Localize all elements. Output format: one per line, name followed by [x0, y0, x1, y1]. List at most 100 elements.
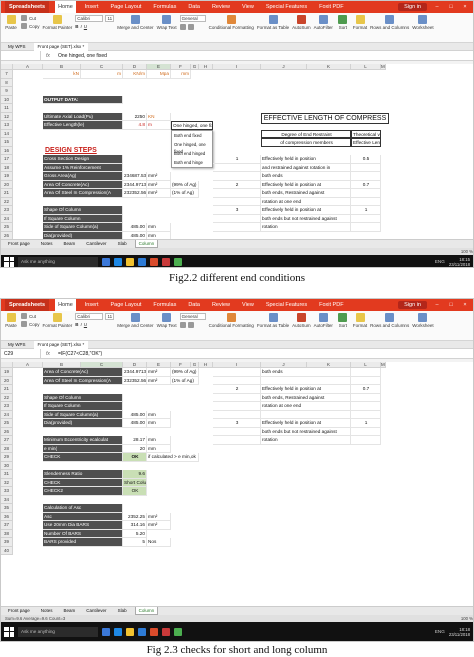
ribbon-tab-foxit[interactable]: Foxit PDF — [316, 1, 346, 13]
copy-button[interactable]: Copy — [21, 23, 40, 29]
sheet-tab-cantilever[interactable]: Cantilever — [83, 240, 109, 248]
row-label[interactable]: CHECK — [43, 453, 123, 462]
row-header[interactable]: 20 — [1, 376, 13, 385]
eff-row-value[interactable] — [351, 214, 381, 223]
row-header[interactable]: 17 — [1, 155, 13, 164]
ultimate-axial-value[interactable]: 2250 — [123, 112, 147, 121]
design-step-label[interactable]: Gross Area(Ag) — [43, 172, 123, 181]
steel-percent[interactable]: (1% of Ag) — [171, 189, 199, 198]
merge-center-button[interactable]: Merge and Center — [117, 313, 154, 328]
eff-row-value[interactable] — [351, 376, 381, 385]
dropdown-option[interactable]: Both end fixed — [172, 131, 212, 140]
column-header[interactable]: L — [351, 64, 381, 70]
eff-row-number[interactable] — [213, 197, 261, 206]
eff-header-theoretical[interactable]: Theoretical value of — [351, 129, 381, 138]
ribbon-tab-formulas[interactable]: Formulas — [150, 1, 179, 13]
wps-icon[interactable] — [150, 627, 158, 636]
dropdown-option[interactable]: Both end hinge — [172, 158, 212, 167]
row-header[interactable]: 19 — [1, 368, 13, 377]
side-unit[interactable]: mm — [147, 410, 171, 419]
effective-length-value[interactable]: 4.8 — [123, 121, 147, 130]
unit-mpa[interactable]: Mpa — [147, 70, 171, 79]
eff-row-value[interactable] — [351, 436, 381, 445]
underline-button[interactable]: U — [84, 24, 87, 29]
eff-row-number[interactable] — [213, 402, 261, 411]
store-icon[interactable] — [138, 627, 146, 636]
wrap-text-button[interactable]: Wrap Text — [157, 313, 177, 328]
column-header[interactable]: M — [381, 64, 386, 70]
check-note[interactable]: if calculated > e min,ok — [147, 453, 199, 462]
dia-value[interactable]: 485.00 — [123, 419, 147, 428]
format-as-table-button[interactable]: Format as Table — [257, 15, 289, 30]
cut-button[interactable]: Cut — [21, 313, 40, 319]
percent-icon[interactable] — [187, 322, 194, 328]
row-label[interactable]: BARS provided — [43, 538, 123, 547]
row-label[interactable]: CHECK — [43, 478, 123, 487]
pdf-icon[interactable] — [162, 627, 170, 636]
font-name-select[interactable]: Calibri — [75, 313, 104, 320]
app-name[interactable]: Spreadsheets — [5, 299, 50, 311]
row-header[interactable]: 21 — [1, 385, 13, 394]
eff-row-number[interactable] — [213, 410, 261, 419]
column-header[interactable]: I — [213, 64, 261, 70]
eff-row-text[interactable]: Effectively held in position — [261, 155, 351, 164]
windows-start-icon[interactable] — [4, 256, 14, 267]
as-unit[interactable]: mm² — [147, 376, 171, 385]
output-data-label[interactable]: OUTPUT DATA: — [43, 95, 123, 104]
eff-row-number[interactable] — [213, 163, 261, 172]
eff-header-restraint-2[interactable]: of compression members — [261, 138, 351, 147]
clock[interactable]: 18:15 23/11/2018 — [449, 257, 470, 267]
fx-icon[interactable]: fx — [41, 351, 55, 357]
file-explorer-icon[interactable] — [126, 627, 134, 636]
row-label[interactable]: e min( — [43, 444, 123, 453]
eff-row-number[interactable]: 1 — [213, 155, 261, 164]
sheet-tab-beam[interactable]: Beam — [61, 240, 79, 248]
row-header[interactable]: 39 — [1, 538, 13, 547]
ribbon-tab-page-layout[interactable]: Page Layout — [108, 1, 145, 13]
row-header[interactable]: 18 — [1, 163, 13, 172]
column-header[interactable]: H — [199, 362, 213, 368]
bar-area-unit[interactable]: mm² — [147, 521, 171, 530]
doc-tab-front-page[interactable]: Front page (SET).xlsx * — [33, 340, 89, 349]
min-eccentricity-unit[interactable]: mm — [147, 436, 171, 445]
doc-tab-my-wps[interactable]: My WPS — [4, 43, 30, 51]
row-header[interactable]: 38 — [1, 529, 13, 538]
chrome-icon[interactable] — [174, 627, 182, 636]
as-value[interactable]: 232352.5626 — [123, 376, 147, 385]
spreadsheet-grid[interactable]: A B C D E F G H I J K L M 19 20 21 22 23 24 25 26 27 28 29 30 31 3… — [1, 362, 473, 606]
ribbon-tab-view[interactable]: View — [239, 299, 257, 311]
sheet-tab-column[interactable]: Column — [134, 607, 159, 615]
min-eccentricity-value[interactable]: 28.17 — [123, 436, 147, 445]
row-header[interactable]: 23 — [1, 402, 13, 411]
row-header[interactable]: 7 — [1, 70, 13, 79]
currency-icon[interactable] — [179, 24, 186, 30]
eff-header-theoretical-2[interactable]: Effective Length — [351, 138, 381, 147]
row-label[interactable]: Minimum Eccentricity ecalculat — [43, 436, 123, 445]
steel-area-value[interactable]: 232352.5626 — [123, 189, 147, 198]
as-percent[interactable]: (1% of Ag) — [171, 376, 199, 385]
row-label[interactable]: Area of Concrete(Ac) — [43, 368, 123, 377]
emin-value[interactable]: 20 — [123, 444, 147, 453]
row-header[interactable]: 24 — [1, 214, 13, 223]
sheet-tab-cantilever[interactable]: Cantilever — [83, 607, 109, 615]
edge-icon[interactable] — [114, 627, 122, 636]
sheet-tab-front-page[interactable]: Front page — [5, 240, 33, 248]
ribbon-tab-data[interactable]: Data — [185, 1, 203, 13]
shape-row-label[interactable]: Side of Square Column(a) — [43, 223, 123, 232]
sign-in-button[interactable]: Sign in — [398, 3, 427, 11]
eff-row-text[interactable]: rotation — [261, 436, 351, 445]
sheet-tab-front-page[interactable]: Front page — [5, 607, 33, 615]
eff-row-number[interactable] — [213, 393, 261, 402]
autofilter-button[interactable]: AutoFilter — [314, 313, 333, 328]
eff-row-text[interactable]: rotation at one end — [261, 197, 351, 206]
column-header[interactable]: A — [13, 64, 43, 70]
row-header[interactable]: 13 — [1, 121, 13, 130]
check-result[interactable]: OK — [123, 453, 147, 462]
eff-row-value[interactable]: 0.7 — [351, 385, 381, 394]
row-header[interactable]: 32 — [1, 478, 13, 487]
emin-unit[interactable]: mm — [147, 444, 171, 453]
row-header[interactable]: 19 — [1, 172, 13, 181]
cortana-search[interactable]: Ask me anything — [18, 626, 98, 637]
slenderness-value[interactable]: 9.6 — [123, 470, 147, 479]
ribbon-tab-home[interactable]: Home — [55, 299, 76, 311]
